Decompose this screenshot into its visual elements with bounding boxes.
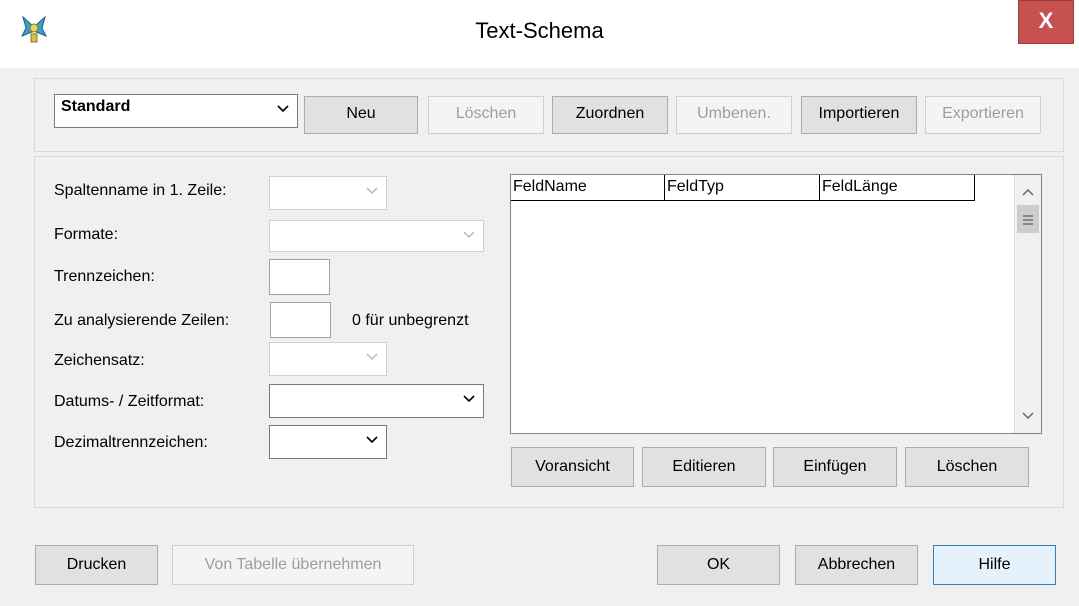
- charset-label: Zeichensatz:: [54, 352, 145, 369]
- scroll-down-icon[interactable]: [1021, 409, 1035, 423]
- print-button[interactable]: Drucken: [35, 545, 158, 585]
- new-schema-button[interactable]: Neu: [304, 96, 418, 134]
- scroll-grip-icon: [1022, 213, 1034, 225]
- ok-button[interactable]: OK: [657, 545, 780, 585]
- delete-field-button[interactable]: Löschen: [905, 447, 1029, 487]
- insert-field-button[interactable]: Einfügen: [773, 447, 897, 487]
- formats-label: Formate:: [54, 226, 119, 243]
- rows-to-analyze-input[interactable]: [270, 302, 331, 338]
- export-schema-button[interactable]: Exportieren: [925, 96, 1041, 134]
- help-button[interactable]: Hilfe: [933, 545, 1056, 585]
- assign-schema-button[interactable]: Zuordnen: [552, 96, 668, 134]
- decimal-separator-label: Dezimaltrennzeichen:: [54, 434, 208, 451]
- edit-field-button[interactable]: Editieren: [642, 447, 766, 487]
- charset-select[interactable]: [269, 342, 387, 376]
- chevron-down-icon: [366, 185, 378, 197]
- close-button[interactable]: X: [1018, 0, 1074, 44]
- column-header-fieldname[interactable]: FeldName: [511, 175, 665, 201]
- chevron-down-icon: [366, 351, 378, 363]
- import-schema-button[interactable]: Importieren: [801, 96, 917, 134]
- datetime-format-select[interactable]: [269, 384, 484, 418]
- formats-select[interactable]: [269, 220, 484, 252]
- preview-button[interactable]: Voransicht: [511, 447, 634, 487]
- chevron-down-icon: [277, 103, 289, 115]
- separator-input[interactable]: [269, 259, 330, 295]
- datetime-format-label: Datums- / Zeitformat:: [54, 393, 205, 410]
- delete-schema-button[interactable]: Löschen: [428, 96, 544, 134]
- separator-label: Trennzeichen:: [54, 268, 155, 285]
- rows-to-analyze-label: Zu analysierende Zeilen:: [54, 312, 230, 329]
- close-icon: X: [1038, 8, 1054, 33]
- fields-table-scrollbar[interactable]: [1014, 175, 1041, 433]
- chevron-down-icon: [366, 434, 378, 446]
- window-title: Text-Schema: [475, 18, 604, 43]
- scroll-thumb[interactable]: [1017, 205, 1039, 233]
- decimal-separator-select[interactable]: [269, 425, 387, 459]
- column-header-fieldtype[interactable]: FeldTyp: [665, 175, 820, 201]
- schema-select-value: Standard: [61, 98, 131, 115]
- column-names-label: Spaltenname in 1. Zeile:: [54, 182, 227, 199]
- column-header-fieldlength[interactable]: FeldLänge: [820, 175, 975, 201]
- fields-table[interactable]: FeldName FeldTyp FeldLänge: [510, 174, 1042, 434]
- rows-hint-label: 0 für unbegrenzt: [352, 312, 469, 329]
- rename-schema-button[interactable]: Umbenen.: [676, 96, 792, 134]
- column-names-select[interactable]: [269, 176, 387, 210]
- from-table-button[interactable]: Von Tabelle übernehmen: [172, 545, 414, 585]
- scroll-up-icon[interactable]: [1021, 185, 1035, 199]
- chevron-down-icon: [463, 393, 475, 405]
- cancel-button[interactable]: Abbrechen: [795, 545, 918, 585]
- schema-select[interactable]: Standard: [54, 94, 298, 128]
- chevron-down-icon: [463, 229, 475, 241]
